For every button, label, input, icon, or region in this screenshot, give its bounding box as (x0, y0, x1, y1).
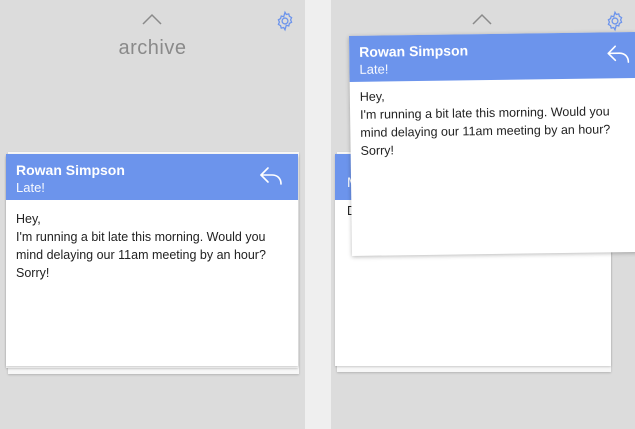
chevron-up-icon[interactable] (141, 12, 163, 26)
chevron-up-icon[interactable] (471, 12, 493, 26)
email-body-line: mind delaying our 11am meeting by an hou… (16, 248, 266, 262)
reply-icon[interactable] (258, 164, 284, 186)
email-body-line: Hey, (16, 212, 41, 226)
email-body-line: Sorry! (360, 143, 395, 158)
email-body-line: Sorry! (16, 266, 50, 280)
email-body: Hey, I'm running a bit late this morning… (360, 84, 629, 160)
email-subject: Late! (359, 61, 389, 77)
gear-icon[interactable] (604, 10, 626, 32)
reply-icon[interactable] (605, 42, 631, 64)
email-body: Hey, I'm running a bit late this morning… (16, 210, 290, 282)
gear-icon[interactable] (274, 10, 296, 32)
email-card-header: Rowan Simpson Late! (6, 154, 298, 200)
sender-name: Rowan Simpson (16, 162, 125, 178)
email-card-dragged[interactable]: Rowan Simpson Late! Hey, I'm running a b… (349, 32, 635, 256)
archive-panel: archive Rowan Simpson Late! Hey, I'm run… (0, 0, 305, 429)
inbox-panel: M D Rowan Simpson Late! Hey, I'm running… (331, 0, 635, 429)
email-body-line: I'm running a bit late this morning. Wou… (16, 230, 266, 244)
archive-title: archive (118, 37, 187, 59)
email-body-line: mind delaying our 11am meeting by an hou… (360, 122, 611, 140)
email-card-header: Rowan Simpson Late! (349, 32, 635, 82)
panel-divider (305, 0, 331, 429)
email-card[interactable]: Rowan Simpson Late! Hey, I'm running a b… (6, 154, 298, 366)
sender-name: Rowan Simpson (359, 42, 469, 60)
email-subject: Late! (16, 180, 45, 195)
